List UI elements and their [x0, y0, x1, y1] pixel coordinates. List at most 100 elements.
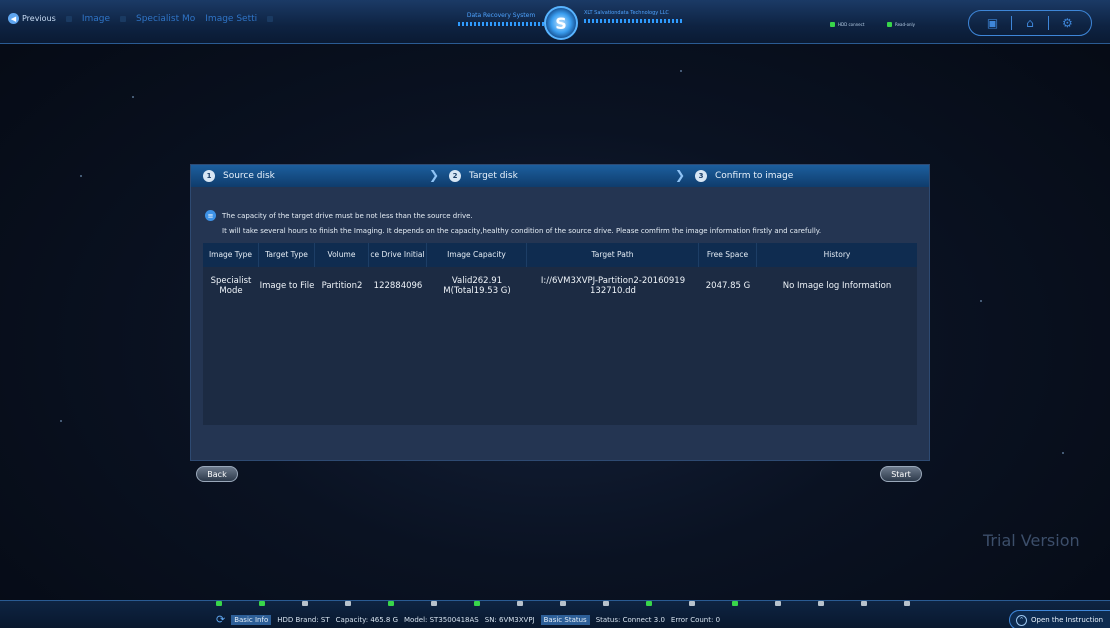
- crumb-image[interactable]: Image: [82, 14, 110, 24]
- list-icon: ≡: [205, 210, 216, 221]
- crumb-separator: [267, 15, 274, 22]
- channel-led-icon: [431, 601, 437, 606]
- hdd-connect-indicator: HDD connect: [830, 22, 864, 27]
- chevron-up-icon: ⌃: [1016, 614, 1027, 626]
- step-source-disk: 1 Source disk ❯: [191, 165, 439, 187]
- column-header: Target Type: [259, 243, 315, 267]
- hdd-connect-label: HDD connect: [838, 22, 865, 27]
- connection-status: Status: Connect 3.0: [595, 615, 665, 624]
- step-number: 3: [695, 170, 707, 182]
- brand-bars-decoration: [584, 19, 684, 23]
- column-header: ce Drive Initial: [369, 243, 427, 267]
- monitor-icon[interactable]: ▣: [984, 16, 1002, 30]
- channel-led-icon: [302, 601, 308, 606]
- brand-left: Data Recovery System: [458, 12, 544, 26]
- channel-led-icon: [689, 601, 695, 606]
- step-label: Source disk: [223, 171, 275, 181]
- table-cell: Valid262.91 M(Total19.53 G): [443, 276, 511, 296]
- brand-company: XLT Salvationdata Technology LLC: [584, 10, 669, 16]
- table-header: Image Type Target Type Volume ce Drive I…: [203, 243, 917, 267]
- star-decoration: [60, 420, 62, 422]
- previous-button[interactable]: ◀ Previous: [8, 13, 56, 24]
- led-icon: [887, 22, 892, 27]
- table-cell: Image to File: [259, 281, 315, 291]
- divider: [1010, 16, 1012, 30]
- basic-info-tab[interactable]: Basic Info: [231, 614, 272, 625]
- table-cell: Partition2: [321, 281, 363, 291]
- previous-label: Previous: [22, 14, 56, 23]
- channel-led-icon: [861, 601, 867, 606]
- notice-line-1: The capacity of the target drive must be…: [222, 212, 473, 220]
- crumb-image-settings[interactable]: Image Setti: [205, 14, 257, 24]
- step-number: 1: [203, 170, 215, 182]
- table-cell: Specialist Mode: [210, 276, 252, 296]
- capacity: Capacity: 465.8 G: [335, 615, 399, 624]
- brand-bars-decoration: [458, 22, 544, 26]
- crumb-separator: [120, 15, 126, 22]
- error-count: Error Count: 0: [670, 615, 721, 624]
- crumb-separator: [65, 15, 72, 22]
- back-button[interactable]: Back: [196, 466, 238, 482]
- open-instruction-label: Open the Instruction: [1031, 616, 1104, 624]
- channel-led-icon: [646, 601, 652, 606]
- refresh-icon[interactable]: ⟳: [216, 613, 225, 626]
- model: Model: ST3500418AS: [404, 615, 479, 624]
- star-decoration: [80, 175, 82, 177]
- brand-header: Data Recovery System S XLT Salvationdata…: [458, 6, 718, 40]
- channel-led-icon: [732, 601, 738, 606]
- read-only-label: Read-only: [895, 22, 916, 27]
- disk-info: ⟳ Basic Info HDD Brand: ST Capacity: 465…: [216, 613, 720, 626]
- home-icon[interactable]: ⌂: [1021, 16, 1039, 30]
- basic-status-tab[interactable]: Basic Status: [540, 614, 590, 625]
- channel-led-icon: [603, 601, 609, 606]
- step-number: 2: [449, 170, 461, 182]
- image-wizard-panel: 1 Source disk ❯ 2 Target disk ❯ 3 Confir…: [190, 164, 930, 461]
- star-decoration: [1062, 452, 1064, 454]
- status-bar: ⟳ Basic Info HDD Brand: ST Capacity: 465…: [0, 600, 1110, 628]
- column-header: Image Type: [203, 243, 259, 267]
- column-header: Free Space: [699, 243, 757, 267]
- step-confirm-to-image: 3 Confirm to image: [683, 165, 929, 187]
- table-row[interactable]: Specialist Mode Image to File Partition2…: [203, 267, 917, 305]
- table-cell: No Image log Information: [782, 281, 892, 291]
- column-header: Target Path: [527, 243, 699, 267]
- step-label: Confirm to image: [715, 171, 794, 181]
- channel-led-icon: [259, 601, 265, 606]
- settings-icon[interactable]: ⚙: [1058, 16, 1076, 30]
- star-decoration: [980, 300, 982, 302]
- channel-led-icon: [388, 601, 394, 606]
- channel-led-icon: [345, 601, 351, 606]
- divider: [1048, 16, 1050, 30]
- wizard-steps: 1 Source disk ❯ 2 Target disk ❯ 3 Confir…: [191, 165, 929, 187]
- notice: ≡ The capacity of the target drive must …: [205, 209, 821, 239]
- channel-leds: [216, 601, 910, 606]
- start-button[interactable]: Start: [880, 466, 922, 482]
- column-header: History: [823, 250, 851, 259]
- table-cell: 2047.85 G: [705, 281, 751, 291]
- trial-version-watermark: Trial Version: [983, 531, 1080, 550]
- led-icon: [830, 22, 835, 27]
- star-decoration: [680, 70, 682, 72]
- toolbar: ▣ ⌂ ⚙: [968, 10, 1092, 36]
- column-header: Image Capacity: [427, 243, 527, 267]
- table-cell: I://6VM3XVPJ-Partition2-20160919 132710.…: [540, 276, 686, 296]
- top-bar: ◀ Previous Image Specialist Mo Image Set…: [0, 0, 1110, 44]
- channel-led-icon: [560, 601, 566, 606]
- brand-title: Data Recovery System: [466, 12, 536, 19]
- crumb-specialist-mode[interactable]: Specialist Mo: [136, 14, 195, 24]
- channel-led-icon: [216, 601, 222, 606]
- notice-line-2: It will take several hours to finish the…: [222, 227, 822, 235]
- hdd-brand: HDD Brand: ST: [277, 615, 330, 624]
- table-cell: 122884096: [373, 281, 423, 291]
- channel-led-icon: [775, 601, 781, 606]
- star-decoration: [132, 96, 134, 98]
- serial-number: SN: 6VM3XVPJ: [484, 615, 535, 624]
- step-label: Target disk: [469, 171, 518, 181]
- read-only-indicator: Read-only: [887, 22, 915, 27]
- logo-icon: S: [544, 6, 578, 40]
- channel-led-icon: [474, 601, 480, 606]
- channel-led-icon: [517, 601, 523, 606]
- brand-right: XLT Salvationdata Technology LLC: [584, 10, 684, 23]
- open-instruction-button[interactable]: ⌃ Open the Instruction: [1009, 610, 1110, 628]
- channel-led-icon: [904, 601, 910, 606]
